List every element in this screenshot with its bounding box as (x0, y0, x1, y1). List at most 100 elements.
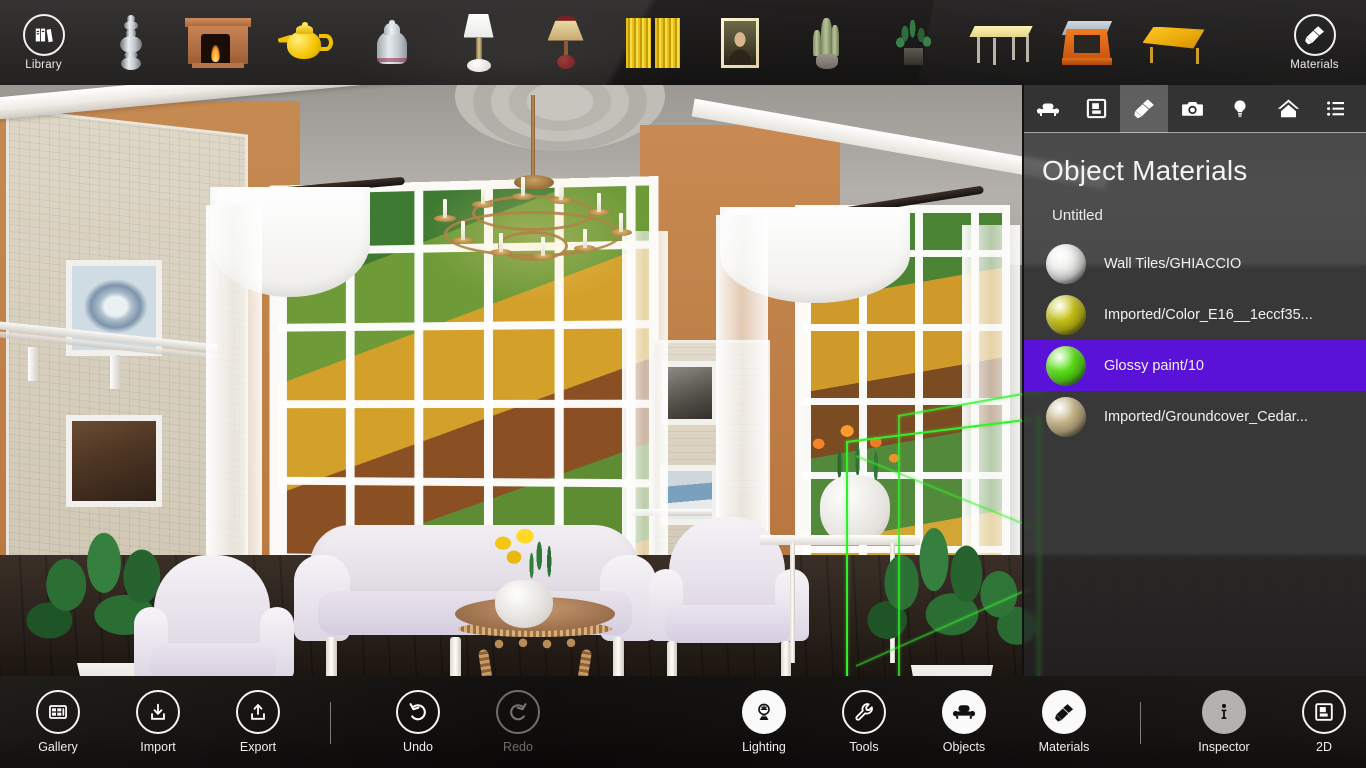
armchair-left[interactable] (134, 555, 294, 676)
object-thumb-curtains[interactable] (609, 0, 696, 85)
tools-button[interactable]: Tools (814, 676, 914, 768)
info-icon (1202, 690, 1246, 734)
materials-top-label: Materials (1290, 59, 1339, 71)
yellow-low-table-thumbnail (1140, 21, 1210, 65)
potted-plant-thumbnail (892, 18, 936, 68)
lighting-button[interactable]: Lighting (714, 676, 814, 768)
undo-label: Undo (403, 740, 433, 754)
two-d-button[interactable]: 2D (1274, 676, 1366, 768)
orange-table-thumbnail (1057, 17, 1119, 69)
inspector-label: Inspector (1198, 740, 1250, 754)
tab-lighting[interactable] (1216, 85, 1264, 133)
object-thumb-table-lamp[interactable] (435, 0, 522, 85)
plant-right-selected[interactable] (862, 525, 1042, 676)
floorplan-icon (1302, 690, 1346, 734)
library-label: Library (25, 59, 62, 71)
material-label: Glossy paint/10 (1104, 357, 1204, 374)
toolbar-separator-2 (1140, 702, 1141, 744)
export-arrow-icon (236, 690, 280, 734)
object-thumb-teapot[interactable] (261, 0, 348, 85)
paintbrush-icon (1133, 99, 1154, 119)
material-swatch (1046, 243, 1086, 284)
redo-arrow-icon (496, 690, 540, 734)
redo-button[interactable]: Redo (468, 676, 568, 768)
gallery-grid-icon (36, 690, 80, 734)
panel-tab-bar (1024, 85, 1366, 133)
inspector-button[interactable]: Inspector (1174, 676, 1274, 768)
cactus-thumbnail (807, 16, 847, 70)
materials-button[interactable]: Materials (1014, 676, 1114, 768)
object-thumb-yellow-table[interactable] (1131, 0, 1218, 85)
fireplace-thumbnail (184, 17, 251, 68)
undo-button[interactable]: Undo (368, 676, 468, 768)
object-thumb-silver-vase[interactable] (87, 0, 174, 85)
object-thumb-picture[interactable] (696, 0, 783, 85)
material-row-0[interactable]: Wall Tiles/GHIACCIO (1024, 238, 1366, 289)
wall-art-3 (662, 361, 718, 425)
redo-label: Redo (503, 740, 533, 754)
object-thumb-watering-can[interactable] (348, 0, 435, 85)
shelf-bracket-1 (28, 347, 38, 381)
library-button[interactable]: Library (0, 0, 87, 85)
import-button[interactable]: Import (108, 676, 208, 768)
tab-materials[interactable] (1120, 85, 1168, 133)
export-label: Export (239, 740, 277, 754)
application-window: Library Materials Object Materials Untit… (0, 0, 1366, 768)
lightbulb-icon (742, 690, 786, 734)
object-thumb-lit-lamp[interactable] (522, 0, 609, 85)
material-swatch (1046, 396, 1086, 437)
import-label: Import (140, 740, 176, 754)
top-object-toolbar: Library Materials (0, 0, 1366, 85)
camera-icon (1181, 102, 1203, 116)
two-d-label: 2D (1316, 740, 1332, 754)
floorplan-icon (1086, 98, 1106, 119)
gallery-label: Gallery (38, 740, 78, 754)
wall-art-2 (66, 415, 162, 507)
tab-list[interactable] (1312, 85, 1360, 133)
objects-button[interactable]: Objects (914, 676, 1014, 768)
yellow-curtains-thumbnail (625, 17, 681, 68)
watering-can-thumbnail (375, 19, 409, 66)
chandelier (428, 171, 638, 291)
object-materials-panel: Object Materials Untitled Wall Tiles/GHI… (1022, 85, 1366, 676)
tab-camera[interactable] (1168, 85, 1216, 133)
object-thumb-fireplace[interactable] (174, 0, 261, 85)
material-row-3[interactable]: Imported/Groundcover_Cedar... (1024, 391, 1366, 442)
home-icon (1277, 99, 1299, 118)
sofa-icon (1036, 103, 1060, 116)
panel-title: Object Materials (1042, 155, 1248, 186)
silver-vase-thumbnail (118, 14, 144, 71)
object-thumb-orange-table[interactable] (1044, 0, 1131, 85)
object-thumb-cactus[interactable] (783, 0, 870, 85)
gallery-button[interactable]: Gallery (8, 676, 108, 768)
material-label: Imported/Color_E16__1eccf35... (1104, 306, 1313, 323)
panel-subheading: Untitled (1052, 207, 1103, 224)
toolbar-separator-1 (330, 702, 331, 744)
material-label: Wall Tiles/GHIACCIO (1104, 255, 1242, 272)
material-row-2[interactable]: Glossy paint/10 (1024, 340, 1366, 391)
export-button[interactable]: Export (208, 676, 308, 768)
object-thumb-plant[interactable] (870, 0, 957, 85)
library-books-icon (22, 14, 65, 56)
paintbrush-icon (1293, 14, 1336, 56)
table-lamp-lit-thumbnail (543, 15, 589, 71)
tab-home[interactable] (1264, 85, 1312, 133)
object-thumb-white-table[interactable] (957, 0, 1044, 85)
materials-button-top[interactable]: Materials (1271, 0, 1358, 85)
yellow-teapot-thumbnail (277, 21, 333, 64)
tab-floorplan[interactable] (1072, 85, 1120, 133)
shelf-bracket-2 (110, 355, 120, 389)
tab-objects[interactable] (1024, 85, 1072, 133)
material-row-1[interactable]: Imported/Color_E16__1eccf35... (1024, 289, 1366, 340)
material-label: Imported/Groundcover_Cedar... (1104, 408, 1308, 425)
table-vase[interactable] (495, 580, 553, 628)
tools-label: Tools (849, 740, 879, 754)
lighting-label: Lighting (742, 740, 786, 754)
chandelier-rod (531, 95, 535, 179)
console-leg-1 (790, 543, 795, 663)
list-icon (1327, 101, 1344, 116)
paintbrush-icon (1042, 690, 1086, 734)
material-swatch (1046, 345, 1086, 386)
white-table-thumbnail (968, 20, 1034, 66)
bottom-toolbar: Gallery Import Export Undo Redo Lighting… (0, 676, 1366, 768)
